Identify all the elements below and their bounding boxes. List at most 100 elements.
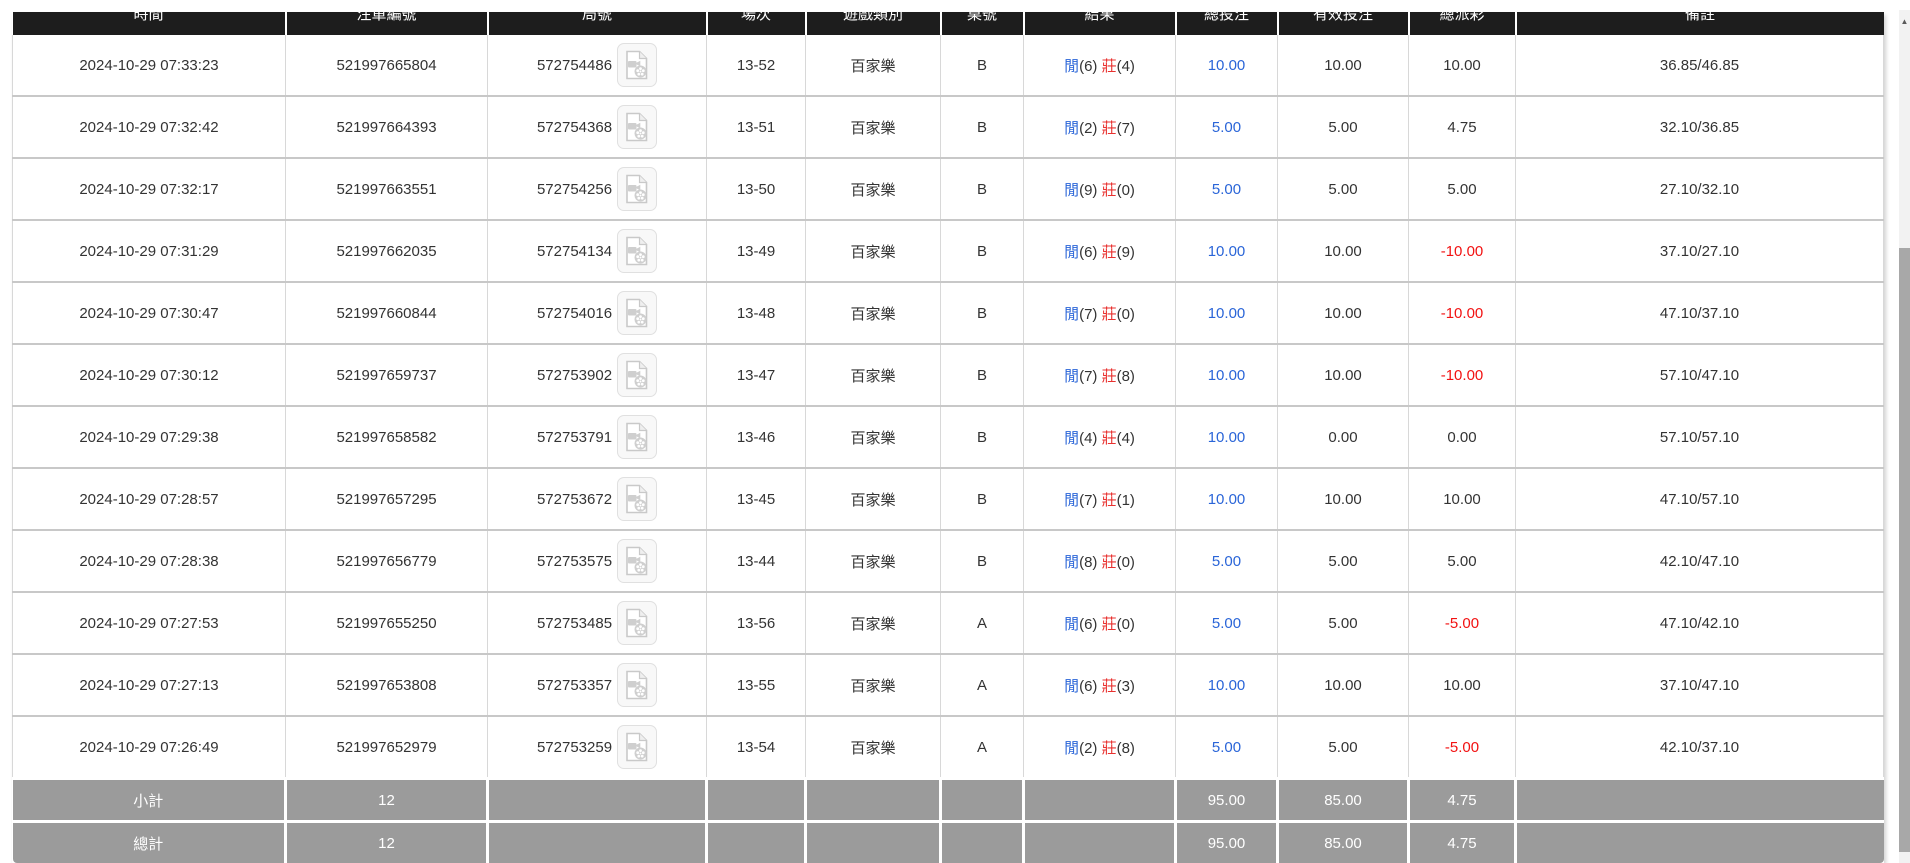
payout-cell: -5.00 xyxy=(1408,591,1516,654)
footer-valid-bet-cell: 85.00 xyxy=(1276,777,1410,823)
bet-history-table-container: 時間 注單編號 局號 場次 遊戲類別 桌號 結果 總投注 有效投注 總派彩 備註 2024-10-2… xyxy=(12,12,1884,863)
result-cell: 閒(6) 莊(4) xyxy=(1023,35,1176,96)
col-header-payout: 總派彩 xyxy=(1407,12,1516,35)
banker-result-value: (3) xyxy=(1116,677,1135,695)
scrollbar-up-arrow-icon[interactable]: ▲ xyxy=(1899,17,1910,27)
payout-cell: 10.00 xyxy=(1408,653,1516,716)
footer-payout-cell: 4.75 xyxy=(1407,820,1517,863)
scrollbar-thumb[interactable] xyxy=(1899,248,1910,852)
player-result-label: 閒 xyxy=(1064,305,1080,323)
total-bet-link[interactable]: 10.00 xyxy=(1208,491,1246,508)
grand-total-row: 總計 12 95.00 85.00 4.75 xyxy=(12,820,1884,863)
col-header-session: 場次 xyxy=(705,12,806,35)
game-type-cell: 百家樂 xyxy=(805,467,941,530)
remark-cell: 47.10/37.10 xyxy=(1515,281,1884,344)
time-cell: 2024-10-29 07:30:47 xyxy=(12,281,286,344)
round-video-button[interactable] xyxy=(617,601,658,645)
total-bet-link[interactable]: 10.00 xyxy=(1208,243,1246,260)
total-bet-cell: 5.00 xyxy=(1175,591,1278,654)
table-no-cell: B xyxy=(940,157,1024,220)
banker-result-value: (0) xyxy=(1116,553,1135,571)
total-bet-cell: 5.00 xyxy=(1175,529,1278,592)
round-cell: 572753259 xyxy=(487,715,707,779)
payout-cell: 5.00 xyxy=(1408,157,1516,220)
remark-cell: 32.10/36.85 xyxy=(1515,95,1884,158)
total-bet-link[interactable]: 5.00 xyxy=(1212,181,1241,198)
round-video-button[interactable] xyxy=(617,229,658,273)
banker-result-label: 莊 xyxy=(1101,57,1117,75)
table-row: 2024-10-29 07:27:53 521997655250 572753485… xyxy=(12,591,1884,654)
banker-result-value: (0) xyxy=(1116,305,1135,323)
total-bet-link[interactable]: 10.00 xyxy=(1208,57,1246,74)
round-video-button[interactable] xyxy=(617,415,658,459)
total-bet-link[interactable]: 10.00 xyxy=(1208,677,1246,694)
valid-bet-cell: 5.00 xyxy=(1277,529,1409,592)
table-no-cell: B xyxy=(940,281,1024,344)
round-content: 572753259 xyxy=(536,725,658,769)
total-bet-link[interactable]: 10.00 xyxy=(1208,305,1246,322)
banker-result-label: 莊 xyxy=(1101,491,1117,509)
remark-cell: 42.10/47.10 xyxy=(1515,529,1884,592)
round-video-button[interactable] xyxy=(617,725,658,769)
banker-result-value: (1) xyxy=(1116,491,1135,509)
round-video-button[interactable] xyxy=(617,291,658,335)
game-type-cell: 百家樂 xyxy=(805,157,941,220)
banker-result-value: (8) xyxy=(1116,739,1135,757)
round-video-button[interactable] xyxy=(617,663,658,707)
footer-total-bet-cell: 95.00 xyxy=(1174,777,1279,823)
round-cell: 572753485 xyxy=(487,591,707,654)
total-bet-link[interactable]: 10.00 xyxy=(1208,367,1246,384)
bet-id-cell: 521997658582 xyxy=(285,405,488,468)
result-cell: 閒(6) 莊(0) xyxy=(1023,591,1176,654)
game-type-cell: 百家樂 xyxy=(805,95,941,158)
round-content: 572754016 xyxy=(537,291,658,335)
footer-remark-cell xyxy=(1514,777,1884,823)
footer-count-cell: 12 xyxy=(284,777,489,823)
banker-result-label: 莊 xyxy=(1101,739,1117,757)
footer-round-cell xyxy=(486,777,708,823)
table-header: 時間 注單編號 局號 場次 遊戲類別 桌號 結果 總投注 有效投注 總派彩 備註 xyxy=(12,12,1884,35)
total-bet-link[interactable]: 5.00 xyxy=(1212,553,1241,570)
player-result-label: 閒 xyxy=(1064,243,1080,261)
vertical-scrollbar[interactable]: ▲ xyxy=(1899,10,1910,863)
remark-cell: 37.10/27.10 xyxy=(1515,219,1884,282)
valid-bet-cell: 10.00 xyxy=(1277,281,1409,344)
round-cell: 572754016 xyxy=(487,281,707,344)
header-row: 時間 注單編號 局號 場次 遊戲類別 桌號 結果 總投注 有效投注 總派彩 備註 xyxy=(12,12,1884,35)
banker-result-label: 莊 xyxy=(1101,367,1117,385)
session-cell: 13-55 xyxy=(706,653,806,716)
game-type-cell: 百家樂 xyxy=(805,281,941,344)
footer-remark-cell xyxy=(1514,820,1884,863)
total-bet-link[interactable]: 5.00 xyxy=(1212,615,1241,632)
table-no-cell: B xyxy=(940,219,1024,282)
round-number: 572754256 xyxy=(536,180,613,198)
result-cell: 閒(6) 莊(9) xyxy=(1023,219,1176,282)
total-bet-link[interactable]: 10.00 xyxy=(1208,429,1246,446)
round-video-button[interactable] xyxy=(617,167,658,211)
remark-cell: 57.10/47.10 xyxy=(1515,343,1884,406)
bet-id-cell: 521997660844 xyxy=(285,281,488,344)
round-video-button[interactable] xyxy=(617,477,658,521)
round-video-button[interactable] xyxy=(617,353,658,397)
banker-result-value: (0) xyxy=(1116,181,1135,199)
round-cell: 572753791 xyxy=(487,405,707,468)
col-header-label: 局號 xyxy=(581,12,612,23)
footer-round-cell xyxy=(486,820,708,863)
time-cell: 2024-10-29 07:28:38 xyxy=(12,529,286,592)
round-cell: 572753902 xyxy=(487,343,707,406)
game-type-cell: 百家樂 xyxy=(805,591,941,654)
total-bet-link[interactable]: 5.00 xyxy=(1212,739,1241,756)
valid-bet-cell: 0.00 xyxy=(1277,405,1409,468)
round-video-button[interactable] xyxy=(617,43,658,87)
total-bet-link[interactable]: 5.00 xyxy=(1212,119,1241,136)
round-number: 572753259 xyxy=(536,738,613,756)
remark-cell: 47.10/42.10 xyxy=(1515,591,1884,654)
player-result-value: (6) xyxy=(1079,243,1102,261)
time-cell: 2024-10-29 07:28:57 xyxy=(12,467,286,530)
video-file-icon xyxy=(626,50,648,80)
round-video-button[interactable] xyxy=(617,105,658,149)
video-file-icon xyxy=(626,670,648,700)
payout-cell: 4.75 xyxy=(1408,95,1516,158)
round-video-button[interactable] xyxy=(617,539,658,583)
player-result-label: 閒 xyxy=(1064,429,1080,447)
